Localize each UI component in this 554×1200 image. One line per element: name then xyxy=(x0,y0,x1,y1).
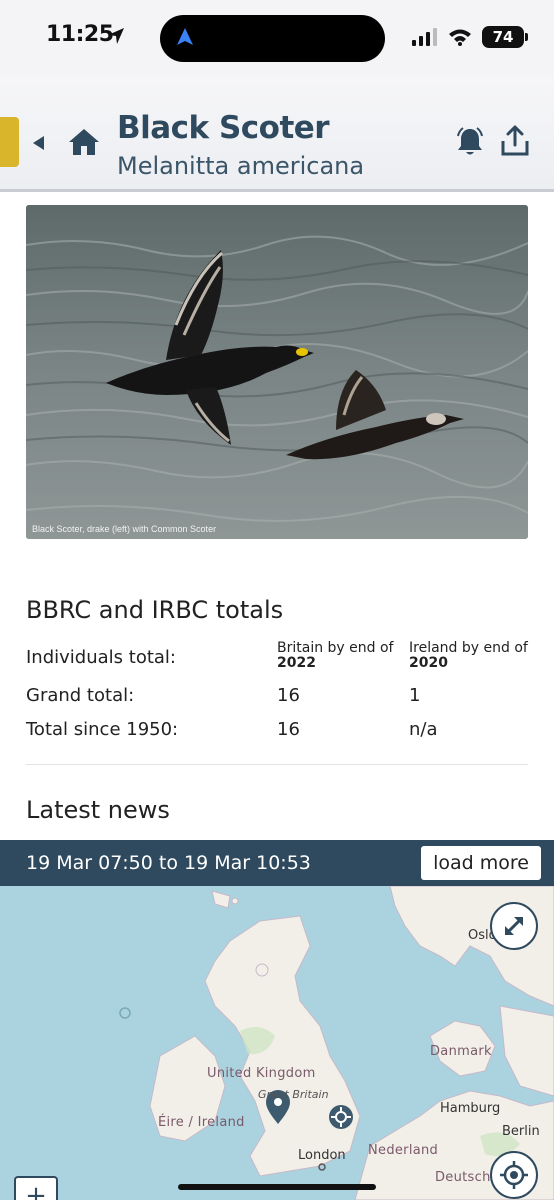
row-label-since-1950: Total since 1950: xyxy=(26,719,179,740)
page-title: Black Scoter xyxy=(117,110,330,146)
map-label-eire: Éire / Ireland xyxy=(158,1115,245,1130)
back-arrow-icon[interactable] xyxy=(30,134,46,152)
share-icon[interactable] xyxy=(500,125,530,157)
map-label-united-kingdom: United Kingdom xyxy=(207,1066,316,1081)
news-range-bar: 19 Mar 07:50 to 19 Mar 10:53 load more xyxy=(0,840,554,886)
status-indicators: 74 xyxy=(412,26,528,48)
side-drawer-tab[interactable] xyxy=(0,117,19,167)
status-bar: 11:25 74 xyxy=(0,0,554,76)
alert-bell-icon[interactable] xyxy=(455,126,485,158)
map-label-hamburg: Hamburg xyxy=(440,1101,501,1116)
britain-head-label: Britain by end of xyxy=(277,640,394,656)
photo-caption: Black Scoter, drake (left) with Common S… xyxy=(32,524,216,534)
britain-year: 2022 xyxy=(277,655,316,671)
britain-column-head: Britain by end of 2022 xyxy=(277,641,393,671)
home-icon[interactable] xyxy=(68,127,100,157)
map-label-danmark: Danmark xyxy=(430,1044,492,1059)
ireland-head-label: Ireland by end of xyxy=(409,640,528,656)
news-date-range: 19 Mar 07:50 to 19 Mar 10:53 xyxy=(26,852,311,874)
load-more-button[interactable]: load more xyxy=(421,846,541,880)
latest-news-title: Latest news xyxy=(26,796,170,824)
species-photo[interactable]: Black Scoter, drake (left) with Common S… xyxy=(26,205,528,539)
section-divider xyxy=(26,764,528,765)
totals-title: BBRC and IRBC totals xyxy=(26,596,284,624)
crosshair-icon xyxy=(500,1161,528,1189)
map-label-london: London xyxy=(298,1148,346,1163)
sightings-map[interactable]: Oslo Danmark United Kingdom Great Britai… xyxy=(0,886,554,1200)
row-label-grand-total: Grand total: xyxy=(26,685,135,706)
row-label-individuals: Individuals total: xyxy=(26,647,176,668)
location-arrow-icon xyxy=(108,28,124,44)
grand-total-ireland: 1 xyxy=(409,685,421,706)
expand-icon xyxy=(504,916,524,936)
wifi-icon xyxy=(449,29,471,46)
zoom-in-button[interactable]: + xyxy=(14,1176,58,1200)
map-label-nederland: Nederland xyxy=(368,1143,439,1158)
map-label-deutschland: Deutsch xyxy=(435,1170,491,1185)
locate-me-button[interactable] xyxy=(490,1151,538,1199)
cellular-signal-icon xyxy=(412,28,437,46)
map-label-great-britain: Great Britain xyxy=(258,1088,329,1101)
home-indicator xyxy=(178,1184,376,1190)
ireland-column-head: Ireland by end of 2020 xyxy=(409,641,528,671)
status-time: 11:25 xyxy=(46,22,114,47)
since-1950-ireland: n/a xyxy=(409,719,438,740)
battery-indicator: 74 xyxy=(482,26,528,48)
map-label-berlin: Berlin xyxy=(502,1124,540,1139)
fullscreen-map-button[interactable] xyxy=(490,902,538,950)
since-1950-britain: 16 xyxy=(277,719,300,740)
navigation-arrow-icon xyxy=(177,28,193,45)
ireland-year: 2020 xyxy=(409,655,448,671)
scientific-name: Melanitta americana xyxy=(117,152,365,180)
species-header: Black Scoter Melanitta americana xyxy=(0,76,554,192)
grand-total-britain: 16 xyxy=(277,685,300,706)
photo-scene: Black Scoter, drake (left) with Common S… xyxy=(26,205,528,539)
